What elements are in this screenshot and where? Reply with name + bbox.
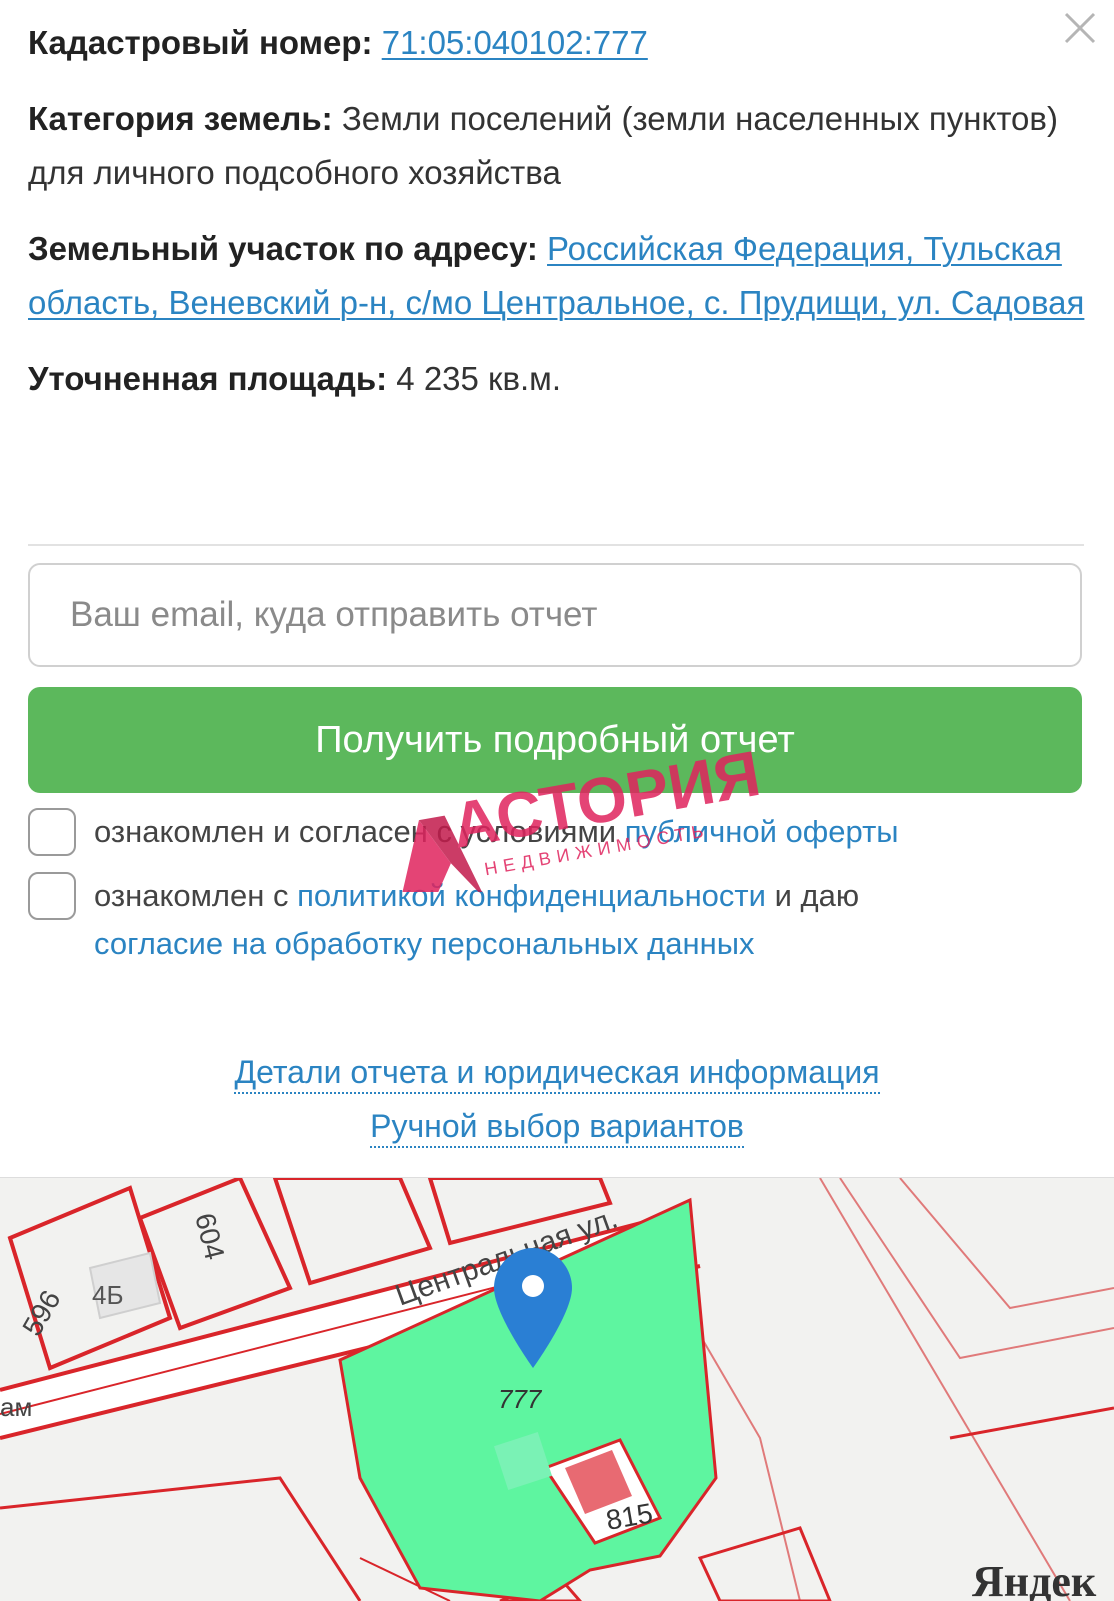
area-label: Уточненная площадь: [28,360,388,397]
category-value: Земли поселений (земли населенных пункто… [341,100,1058,137]
parcel-777-label: 777 [498,1384,543,1414]
map-canvas[interactable]: Центральная ул. 777 596 4Б 604 815 ам Ян… [0,1178,1114,1601]
privacy-policy-link[interactable]: политикой конфиденциальности [297,878,766,913]
consent-offer: ознакомлен и согласен с условиями публич… [28,808,1088,856]
category-row: Категория земель: Земли поселений (земли… [28,92,1088,200]
address-label: Земельный участок по адресу: [28,230,538,267]
parcel-info: Кадастровый номер: 71:05:040102:777 Кате… [28,16,1088,428]
personal-data-consent-link[interactable]: согласие на обработку персональных данны… [94,926,755,961]
cadastral-number-link[interactable]: 71:05:040102:777 [382,24,648,61]
category-label: Категория земель: [28,100,333,137]
area-value: 4 235 кв.м. [396,360,562,397]
category-use: для личного подсобного хозяйства [28,154,561,191]
public-offer-link[interactable]: публичной оферты [625,814,899,849]
manual-choice-link[interactable]: Ручной выбор вариантов [370,1108,744,1148]
get-report-button[interactable]: Получить подробный отчет [28,687,1082,793]
email-input[interactable] [28,563,1082,667]
map-edge-label: ам [0,1392,32,1422]
consent-offer-text: ознакомлен и согласен с условиями [94,814,617,849]
offer-checkbox[interactable] [28,808,76,856]
lot-4b-label: 4Б [92,1280,124,1310]
details-link-row: Детали отчета и юридическая информация [0,1054,1114,1094]
divider [28,544,1084,546]
consent-privacy-text: ознакомлен с [94,878,289,913]
cadastral-label: Кадастровый номер: [28,24,373,61]
consent-privacy-mid: и даю [774,878,860,913]
privacy-checkbox[interactable] [28,872,76,920]
area-row: Уточненная площадь: 4 235 кв.м. [28,352,1088,406]
cadastral-row: Кадастровый номер: 71:05:040102:777 [28,16,1088,70]
address-row: Земельный участок по адресу: Российская … [28,222,1088,330]
consent-privacy: ознакомлен с политикой конфиденциальност… [28,872,1088,968]
yandex-logo: Яндек [972,1557,1097,1601]
cadastral-map[interactable]: Центральная ул. 777 596 4Б 604 815 ам Ян… [0,1177,1114,1601]
report-details-link[interactable]: Детали отчета и юридическая информация [234,1054,880,1094]
manual-link-row: Ручной выбор вариантов [0,1108,1114,1148]
